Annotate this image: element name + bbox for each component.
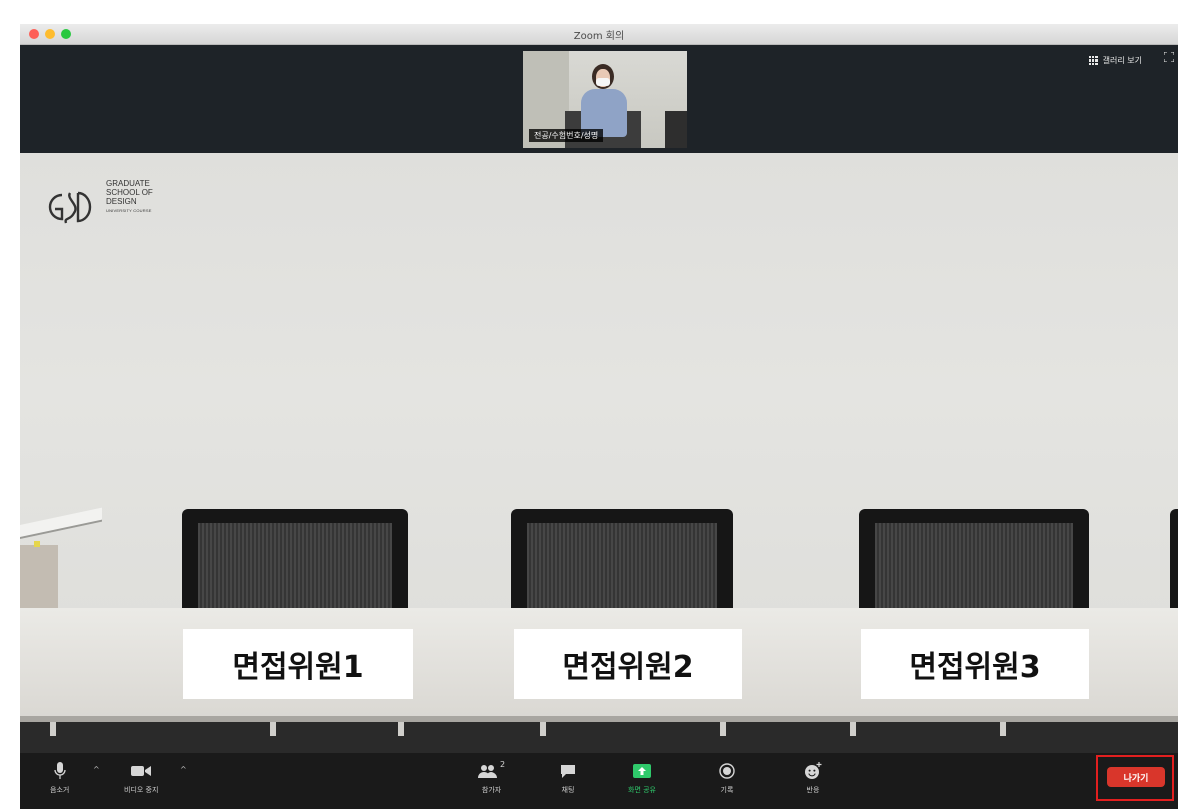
self-video-thumbnail[interactable]: 전공/수험번호/성명 bbox=[523, 51, 687, 148]
participants-count: 2 bbox=[500, 760, 506, 769]
zoom-window: Zoom 회의 전공/수험번호/성명 갤러리 보기 GRADUATE SCHOO… bbox=[20, 24, 1178, 809]
participants-icon bbox=[478, 765, 497, 778]
gallery-view-button[interactable]: 갤러리 보기 bbox=[1088, 55, 1142, 66]
meeting-toolbar: 음소거 ^ 비디오 중지 ^ 2 참가자 채팅 화면 공유 기록 반응 나가기 bbox=[20, 753, 1178, 809]
record-button[interactable]: 기록 bbox=[719, 760, 735, 795]
fullscreen-icon[interactable] bbox=[1164, 52, 1174, 62]
mute-button[interactable]: 음소거 bbox=[50, 760, 69, 795]
microphone-icon bbox=[54, 762, 66, 779]
smiley-plus-icon bbox=[805, 762, 822, 779]
audio-options-chevron-up-icon[interactable]: ^ bbox=[93, 765, 100, 774]
title-bar: Zoom 회의 bbox=[20, 24, 1178, 45]
gallery-view-label: 갤러리 보기 bbox=[1102, 56, 1142, 65]
share-screen-icon bbox=[633, 764, 651, 778]
window-title: Zoom 회의 bbox=[573, 31, 625, 42]
record-icon bbox=[719, 763, 735, 779]
main-video: GRADUATE SCHOOL OF DESIGN UNIVERSITY COU… bbox=[20, 153, 1178, 753]
interviewer-label-2: 면접위원2 bbox=[514, 629, 742, 699]
grid-icon bbox=[1088, 56, 1098, 65]
video-camera-icon bbox=[131, 766, 152, 776]
shelf bbox=[20, 507, 102, 539]
video-options-chevron-up-icon[interactable]: ^ bbox=[180, 765, 187, 774]
participants-button[interactable]: 2 참가자 bbox=[478, 760, 505, 795]
stop-video-button[interactable]: 비디오 중지 bbox=[124, 760, 158, 795]
leave-meeting-button[interactable]: 나가기 bbox=[1107, 767, 1165, 787]
chat-bubble-icon bbox=[561, 764, 575, 778]
interviewer-label-3: 면접위원3 bbox=[861, 629, 1089, 699]
chat-button[interactable]: 채팅 bbox=[560, 760, 576, 795]
share-screen-button[interactable]: 화면 공유 bbox=[628, 760, 656, 795]
gsd-logo-text: GRADUATE SCHOOL OF DESIGN UNIVERSITY COU… bbox=[106, 179, 153, 213]
thumbnail-strip: 전공/수험번호/성명 갤러리 보기 bbox=[20, 45, 1178, 153]
gsd-logo-icon bbox=[48, 191, 92, 224]
interviewer-label-1: 면접위원1 bbox=[183, 629, 413, 699]
participant-name-tag: 전공/수험번호/성명 bbox=[529, 129, 604, 142]
participant-mask bbox=[596, 78, 610, 86]
reactions-button[interactable]: 반응 bbox=[804, 760, 822, 795]
